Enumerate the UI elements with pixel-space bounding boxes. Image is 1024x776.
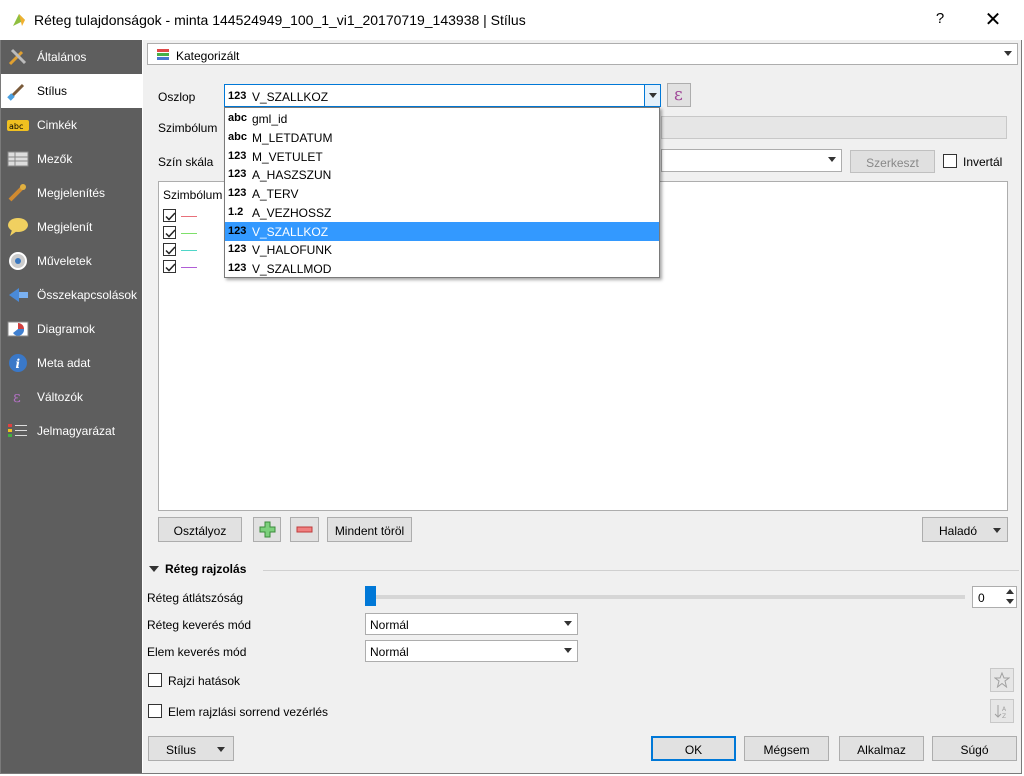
dropdown-item[interactable]: 123 V_SZALLMOD <box>225 259 659 278</box>
window-title: Réteg tulajdonságok - minta 144524949_10… <box>34 12 526 28</box>
field-name: A_TERV <box>252 187 299 201</box>
dropdown-item[interactable]: abc M_LETDATUM <box>225 128 659 147</box>
dropdown-item[interactable]: 123 M_VETULET <box>225 147 659 166</box>
close-button[interactable]: ✕ <box>982 8 1004 32</box>
help-button[interactable]: ? <box>930 10 950 30</box>
field-type-badge: 123 <box>228 262 247 274</box>
field-name: V_HALOFUNK <box>252 243 333 258</box>
field-type-badge: 123 <box>228 168 247 181</box>
field-name: A_HASZSZUN <box>252 168 332 183</box>
field-name: A_VEZHOSSZ <box>252 205 332 220</box>
qgis-logo-icon <box>13 14 25 26</box>
field-type-badge: 1.2 <box>228 205 244 218</box>
field-name: M_VETULET <box>252 149 323 164</box>
field-type-badge: 123 <box>228 149 247 162</box>
title-bar: Réteg tulajdonságok - minta 144524949_10… <box>0 0 1024 40</box>
dropdown-item[interactable]: 123 A_HASZSZUN <box>225 165 659 184</box>
field-name: V_SZALLKOZ <box>252 224 329 239</box>
dropdown-item[interactable]: 123 V_HALOFUNK <box>225 240 659 259</box>
field-type-badge: 123 <box>228 224 247 237</box>
field-type-badge: abc <box>228 130 247 143</box>
field-type-badge: abc <box>228 112 247 124</box>
dropdown-item[interactable]: 1.2 A_VEZHOSSZ <box>225 203 659 222</box>
field-name: V_SZALLMOD <box>252 262 332 276</box>
field-name: gml_id <box>252 112 288 126</box>
field-type-badge: 123 <box>228 243 247 256</box>
field-name: M_LETDATUM <box>252 130 333 145</box>
dropdown-item[interactable]: abc gml_id <box>225 109 659 128</box>
column-dropdown-list[interactable]: abc gml_id abc M_LETDATUM 123 M_VETULET 123 A_H… <box>224 107 660 278</box>
dropdown-item[interactable]: 123 V_SZALLKOZ <box>225 221 659 241</box>
dropdown-item[interactable]: 123 A_TERV <box>225 184 659 203</box>
field-type-badge: 123 <box>228 187 247 199</box>
